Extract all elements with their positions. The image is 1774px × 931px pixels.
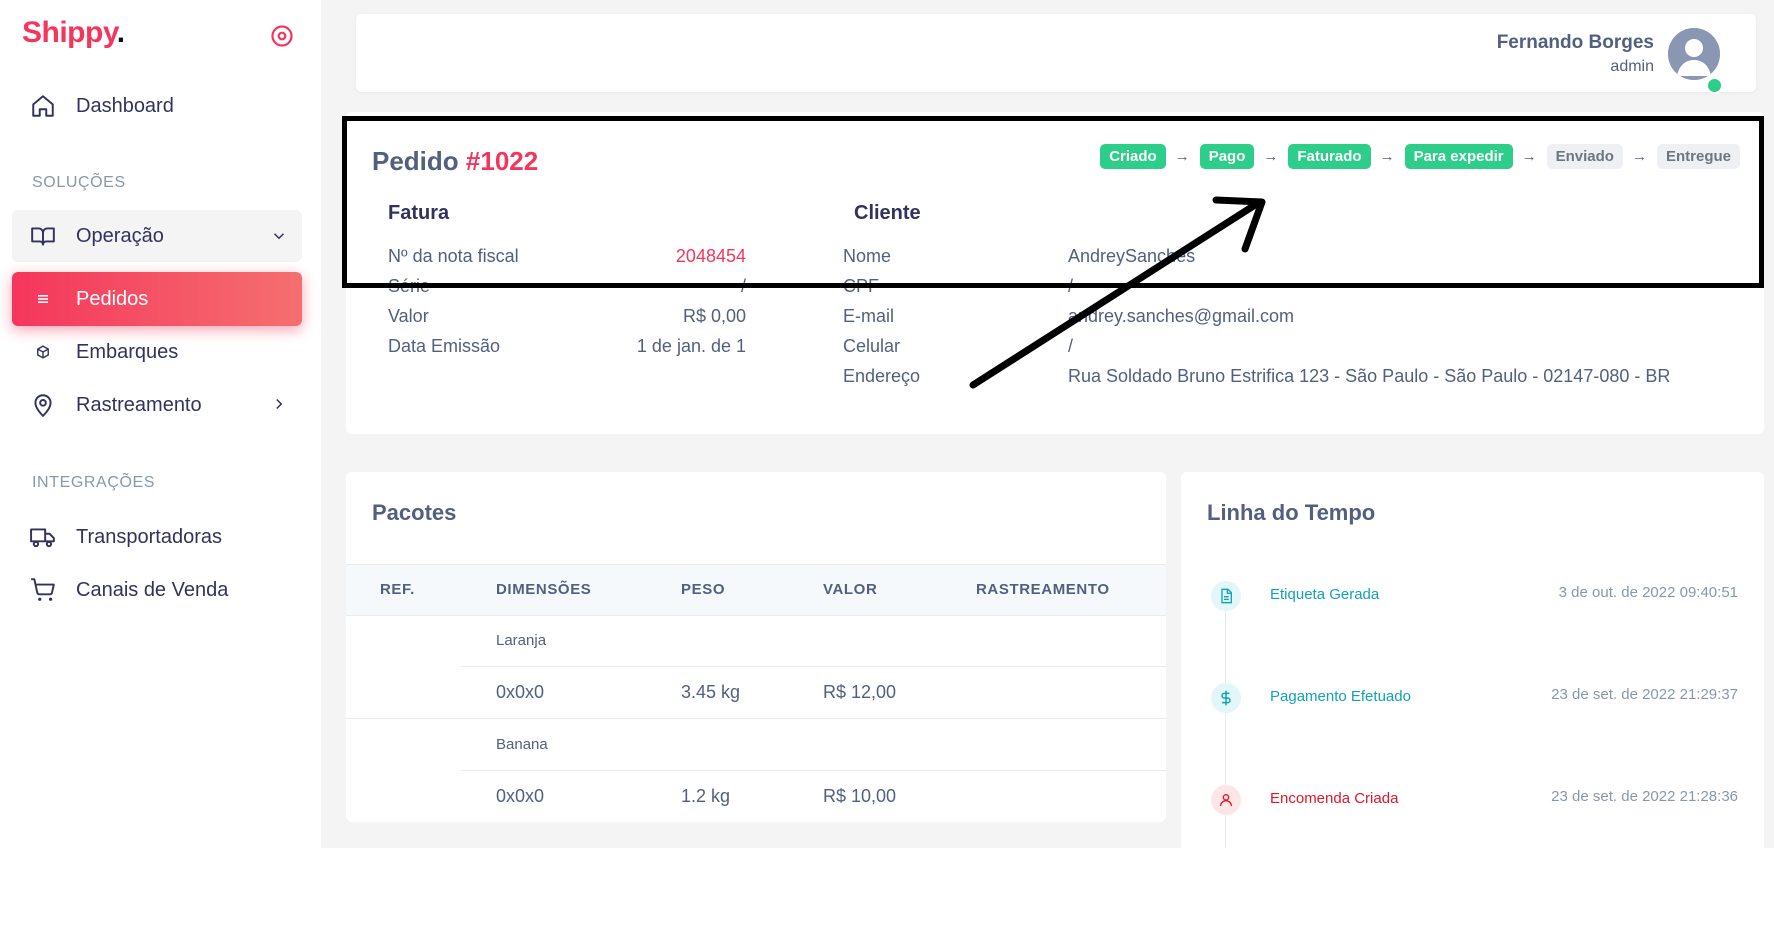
- sidebar-item-dashboard[interactable]: Dashboard: [12, 79, 302, 133]
- package-name: Banana: [496, 736, 548, 753]
- sidebar-item-label: Pedidos: [76, 287, 149, 310]
- sidebar-item-label: Embarques: [76, 340, 179, 363]
- column-header-rastreamento: RASTREAMENTO: [976, 581, 1110, 598]
- data-emissao-label: Data Emissão: [388, 336, 501, 356]
- timeline-event-date: 23 de set. de 2022 21:28:36: [1551, 788, 1738, 805]
- annotation-highlight-box: [342, 116, 1764, 288]
- sidebar-item-embarques[interactable]: Embarques: [12, 325, 302, 379]
- sidebar-item-label: Rastreamento: [76, 393, 202, 416]
- section-label-solucoes: SOLUÇÕES: [32, 174, 126, 191]
- book-icon: [30, 223, 56, 249]
- timeline-title: Linha do Tempo: [1207, 500, 1376, 525]
- user-avatar[interactable]: [1668, 28, 1720, 80]
- endereco-value: Rua Soldado Bruno Estrifica 123 - São Pa…: [1068, 366, 1671, 386]
- brand-dot: .: [116, 16, 125, 49]
- package-weight: 3.45 kg: [681, 682, 741, 702]
- top-header: Fernando Borges admin: [356, 14, 1756, 94]
- package-dimensions: 0x0x0: [496, 682, 545, 702]
- endereco-label: Endereço: [843, 366, 921, 386]
- package-value: R$ 12,00: [823, 682, 897, 702]
- sidebar-item-label: Canais de Venda: [76, 578, 229, 601]
- dollar-icon: [1211, 683, 1241, 713]
- timeline-event-label: Encomenda Criada: [1270, 790, 1399, 807]
- sidebar-item-pedidos[interactable]: Pedidos: [12, 272, 302, 326]
- row-divider: [461, 770, 1166, 771]
- map-pin-icon: [30, 392, 56, 418]
- sidebar-item-transportadoras[interactable]: Transportadoras: [12, 510, 302, 564]
- sidebar-item-rastreamento[interactable]: Rastreamento: [12, 378, 302, 432]
- sidebar-item-label: Operação: [76, 224, 164, 247]
- online-status-dot: [1706, 77, 1723, 94]
- packages-card: Pacotes REF. DIMENSÕES PESO VALOR RASTRE…: [346, 472, 1166, 822]
- section-label-integracoes: INTEGRAÇÕES: [32, 474, 156, 491]
- email-label: E-mail: [843, 306, 895, 326]
- brand-logo[interactable]: Shippy.: [22, 16, 125, 50]
- chevron-right-icon: [276, 398, 283, 410]
- home-icon: [30, 93, 56, 119]
- email-value: andrey.sanches@gmail.com: [1068, 306, 1295, 326]
- list-icon: [30, 286, 56, 312]
- user-icon: [1211, 785, 1241, 815]
- sidebar: Shippy. Dashboard SOLUÇÕES Operação Pedi…: [0, 0, 321, 848]
- row-divider: [461, 666, 1166, 667]
- valor-value: R$ 0,00: [682, 306, 746, 326]
- document-icon: [1211, 581, 1241, 611]
- timeline-card: Linha do Tempo Etiqueta Gerada 3 de out.…: [1181, 472, 1764, 848]
- sidebar-item-label: Transportadoras: [76, 525, 222, 548]
- packages-table-header: REF. DIMENSÕES PESO VALOR RASTREAMENTO: [346, 564, 1166, 616]
- package-dimensions: 0x0x0: [496, 786, 545, 806]
- row-divider: [346, 718, 1166, 719]
- cart-icon: [30, 577, 56, 603]
- celular-label: Celular: [843, 336, 901, 356]
- package-weight: 1.2 kg: [681, 786, 731, 806]
- user-avatar-icon: [1668, 28, 1720, 80]
- timeline-event-date: 3 de out. de 2022 09:40:51: [1558, 584, 1738, 601]
- data-emissao-value: 1 de jan. de 1: [636, 336, 746, 356]
- package-name: Laranja: [496, 632, 547, 649]
- user-role: admin: [1610, 58, 1654, 75]
- timeline-event-label: Etiqueta Gerada: [1270, 586, 1380, 603]
- sidebar-item-canais-de-venda[interactable]: Canais de Venda: [12, 563, 302, 617]
- package-value: R$ 10,00: [823, 786, 897, 806]
- timeline-event-date: 23 de set. de 2022 21:29:37: [1551, 686, 1738, 703]
- timeline-event-label: Pagamento Efetuado: [1270, 688, 1411, 705]
- chevron-down-icon: [273, 233, 285, 240]
- valor-label: Valor: [388, 306, 429, 326]
- sidebar-toggle-icon[interactable]: [270, 24, 294, 48]
- celular-value: /: [1068, 336, 1074, 356]
- user-name: Fernando Borges: [1496, 32, 1654, 53]
- sidebar-item-operacao[interactable]: Operação: [12, 210, 302, 262]
- sidebar-item-label: Dashboard: [76, 94, 174, 117]
- column-header-peso: PESO: [681, 581, 726, 598]
- column-header-dimensoes: DIMENSÕES: [496, 581, 592, 598]
- truck-icon: [30, 524, 56, 550]
- brand-name: Shippy: [22, 16, 117, 49]
- column-header-ref: REF.: [380, 581, 415, 598]
- box-icon: [30, 339, 56, 365]
- column-header-valor: VALOR: [823, 581, 878, 598]
- packages-title: Pacotes: [372, 500, 457, 525]
